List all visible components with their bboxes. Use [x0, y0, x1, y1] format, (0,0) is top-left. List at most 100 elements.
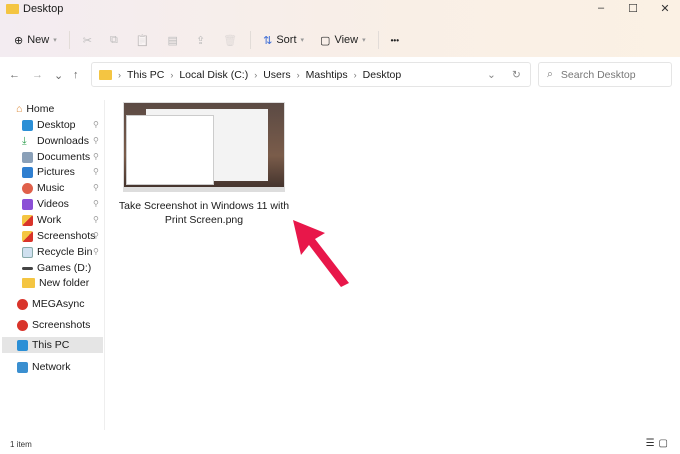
folder-icon	[22, 278, 35, 288]
sidebar-item-screenshots-mega[interactable]: Screenshots	[17, 317, 120, 333]
sidebar-item-documents[interactable]: Documents	[22, 149, 125, 165]
pin-icon[interactable]: ⚲	[93, 183, 99, 192]
chevron-down-icon: ▾	[362, 37, 366, 44]
sidebar-item-games-drive[interactable]: Games (D:)	[22, 260, 125, 276]
sidebar-item-pictures[interactable]: Pictures	[22, 164, 125, 180]
divider	[377, 31, 379, 49]
sidebar-item-work[interactable]: Work	[22, 212, 125, 228]
pin-icon[interactable]: ⚲	[93, 231, 99, 240]
sidebar-label: Desktop	[37, 119, 76, 131]
mega-icon	[17, 319, 28, 331]
chevron-right-icon: ›	[254, 69, 258, 80]
maximize-button[interactable]: ☐	[618, 2, 648, 18]
pin-icon[interactable]: ⚲	[93, 152, 99, 161]
share-button[interactable]: ⇪	[187, 34, 214, 47]
sidebar-label: Recycle Bin	[37, 246, 93, 258]
breadcrumb-this-pc[interactable]: This PC	[127, 69, 164, 81]
status-item-count: 1 item	[10, 440, 32, 449]
sync-folder-icon	[22, 214, 33, 226]
chevron-down-icon: ▾	[53, 37, 57, 44]
sidebar-item-new-folder[interactable]: New folder	[22, 275, 125, 291]
sidebar-label: MEGAsync	[32, 298, 85, 310]
sort-button[interactable]: ⇅ Sort ▾	[255, 34, 312, 47]
red-arrow-annotation	[293, 220, 349, 287]
videos-icon	[22, 198, 33, 210]
up-button[interactable]: ↑	[73, 69, 79, 81]
sidebar-item-megasync[interactable]: MEGAsync	[17, 296, 120, 312]
sidebar-item-recycle-bin[interactable]: Recycle Bin	[22, 244, 125, 260]
cut-button[interactable]: ✂	[74, 34, 101, 47]
sidebar-item-home[interactable]: ⌂ Home	[16, 101, 119, 117]
pin-icon[interactable]: ⚲	[93, 215, 99, 224]
delete-button[interactable]: 🗑	[214, 34, 246, 47]
breadcrumb-desktop[interactable]: Desktop	[363, 69, 402, 81]
sidebar-label: Videos	[37, 198, 69, 210]
sidebar-label: Pictures	[37, 166, 75, 178]
search-placeholder: Search Desktop	[560, 68, 636, 81]
view-button[interactable]: ▢ View ▾	[312, 34, 374, 47]
mega-icon	[17, 298, 28, 310]
sidebar-item-desktop[interactable]: Desktop	[22, 117, 125, 133]
sort-label: Sort	[276, 34, 297, 46]
sidebar-item-screenshots[interactable]: Screenshots	[22, 228, 125, 244]
sidebar-label: Games (D:)	[37, 262, 92, 274]
back-button[interactable]: ←	[9, 69, 20, 81]
music-icon	[22, 182, 33, 194]
pin-icon[interactable]: ⚲	[93, 247, 99, 256]
home-icon: ⌂	[16, 103, 23, 115]
sidebar-item-music[interactable]: Music	[22, 180, 125, 196]
network-icon	[17, 361, 28, 373]
sidebar-label: Music	[37, 182, 65, 194]
forward-button[interactable]: →	[32, 69, 43, 81]
sidebar-label: Documents	[37, 151, 91, 163]
details-view-icon[interactable]: ☰	[646, 438, 655, 449]
pin-icon[interactable]: ⚲	[93, 199, 99, 208]
sidebar-item-this-pc[interactable]: This PC	[2, 337, 103, 353]
sort-icon: ⇅	[263, 34, 273, 47]
computer-icon	[17, 339, 28, 351]
new-button[interactable]: ⊕ New ▾	[6, 34, 65, 47]
rename-button[interactable]: ▤	[159, 34, 187, 47]
copy-button[interactable]: ⧉	[101, 34, 127, 47]
pictures-icon	[22, 166, 33, 178]
breadcrumb-local-disk[interactable]: Local Disk (C:)	[179, 69, 248, 81]
command-bar: ⊕ New ▾ ✂ ⧉ 📋 ▤ ⇪ 🗑 ⇅ Sort ▾ ▢ View ▾ •••	[6, 30, 407, 50]
sidebar-label: Downloads	[37, 135, 89, 147]
file-thumbnail[interactable]	[123, 102, 285, 192]
recent-locations-button[interactable]: ⌄	[54, 69, 63, 82]
file-name[interactable]: Take Screenshot in Windows 11 with Print…	[118, 199, 290, 227]
breadcrumb-users[interactable]: Users	[263, 69, 290, 81]
sidebar-item-videos[interactable]: Videos	[22, 196, 125, 212]
sidebar-label: Screenshots	[32, 319, 91, 331]
divider	[250, 31, 252, 49]
divider	[68, 31, 70, 49]
address-dropdown-button[interactable]: ⌄	[487, 69, 496, 81]
pin-icon[interactable]: ⚲	[93, 167, 99, 176]
thumbnail-view-icon[interactable]: ▢	[659, 438, 668, 449]
chevron-right-icon: ›	[170, 69, 174, 80]
pin-icon[interactable]: ⚲	[93, 120, 99, 129]
search-input[interactable]: ⌕ Search Desktop	[538, 62, 672, 87]
search-icon: ⌕	[547, 68, 553, 80]
refresh-button[interactable]: ↻	[512, 69, 521, 81]
sidebar-item-downloads[interactable]: ⤓ Downloads	[22, 133, 125, 149]
sidebar-label: Home	[26, 103, 55, 115]
view-label: View	[334, 34, 359, 46]
more-options-button[interactable]: •••	[383, 36, 407, 45]
folder-icon	[99, 69, 112, 80]
close-button[interactable]: ✕	[650, 2, 680, 18]
sync-folder-icon	[22, 230, 33, 242]
paste-button[interactable]: 📋	[127, 34, 159, 47]
sidebar-label: Network	[32, 361, 71, 373]
chevron-right-icon: ›	[118, 69, 121, 80]
minimize-button[interactable]: –	[586, 2, 616, 18]
sidebar-item-network[interactable]: Network	[17, 359, 120, 375]
recycle-bin-icon	[22, 246, 33, 258]
plus-circle-icon: ⊕	[14, 34, 24, 47]
chevron-right-icon: ›	[296, 69, 300, 80]
chevron-down-icon: ▾	[300, 37, 305, 44]
address-bar[interactable]: › This PC › Local Disk (C:) › Users › Mashti…	[91, 62, 531, 87]
new-label: New	[27, 34, 50, 46]
breadcrumb-mashtips[interactable]: Mashtips	[306, 69, 348, 81]
pin-icon[interactable]: ⚲	[93, 136, 99, 145]
